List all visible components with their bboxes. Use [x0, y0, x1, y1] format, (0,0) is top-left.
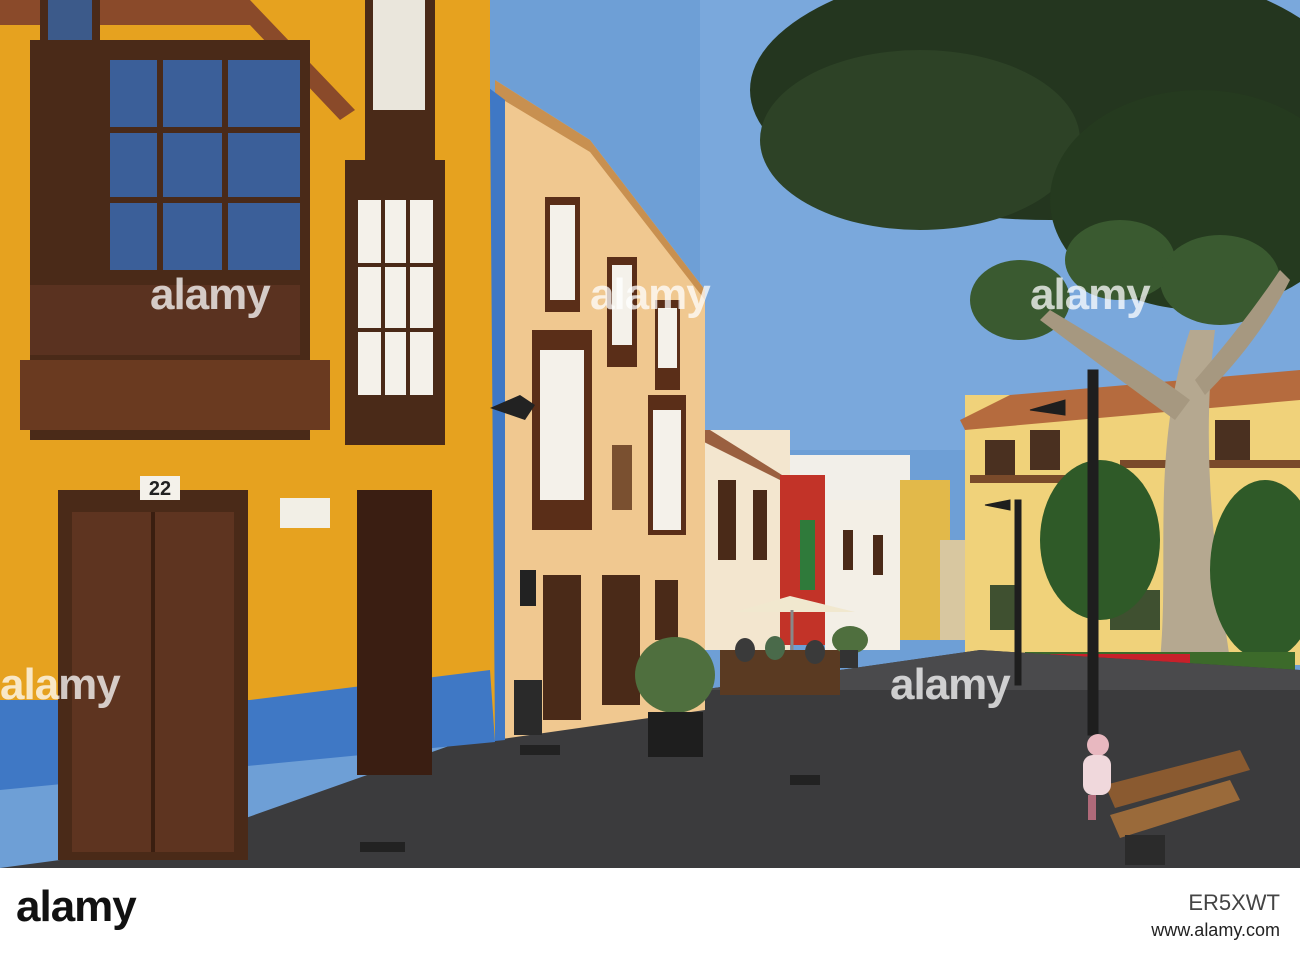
house-number: 22 — [149, 478, 171, 500]
watermark: alamy — [590, 270, 711, 319]
yellow-building: 22 — [0, 0, 495, 860]
image-code: ER5XWT — [1188, 890, 1280, 915]
planter — [648, 712, 703, 757]
watermark: alamy — [890, 660, 1011, 709]
watermark: alamy — [1030, 270, 1151, 319]
site-url: www.alamy.com — [1151, 920, 1280, 940]
watermark: alamy — [150, 270, 271, 319]
footer-bar: alamy ER5XWT www.alamy.com — [0, 868, 1300, 956]
brand-logo: alamy — [16, 882, 137, 931]
watermark: alamy — [0, 660, 121, 709]
street-photo: 22 — [0, 0, 1300, 868]
